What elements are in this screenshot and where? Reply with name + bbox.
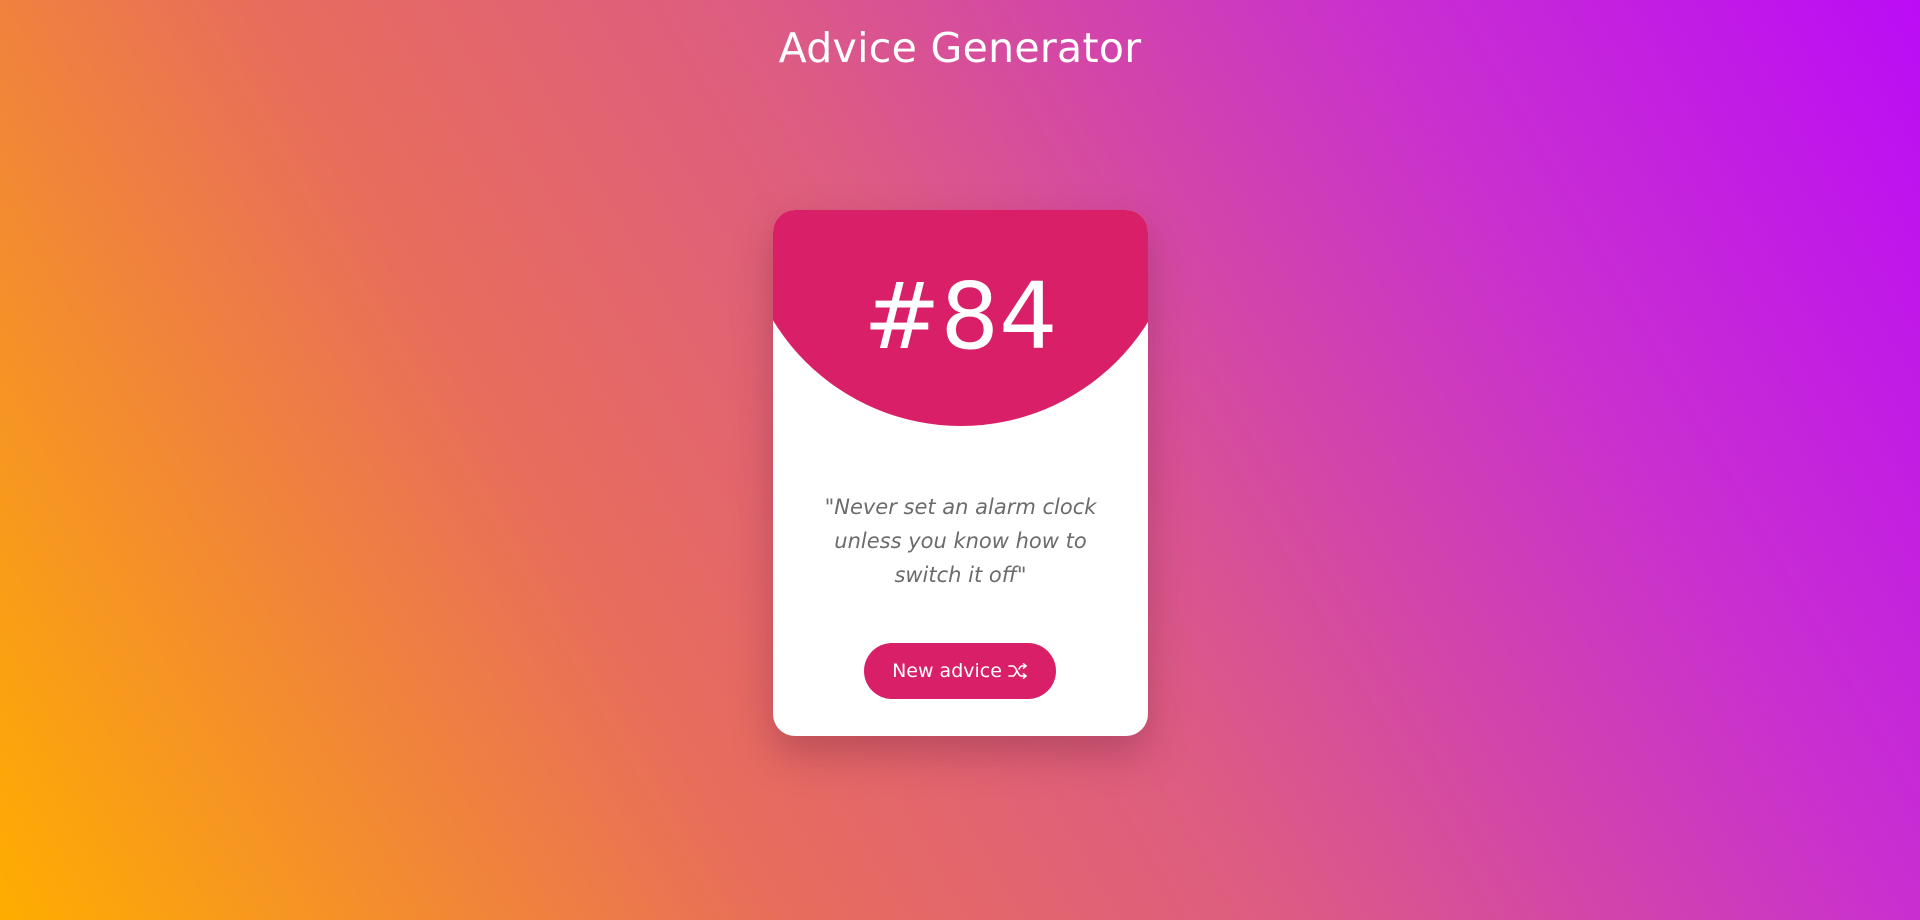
app-title: Advice Generator: [778, 24, 1142, 72]
shuffle-icon: [1008, 663, 1028, 679]
advice-card: #84 "Never set an alarm clock unless you…: [773, 210, 1148, 736]
advice-text: "Never set an alarm clock unless you kno…: [824, 495, 1097, 587]
new-advice-button-label: New advice: [892, 660, 1002, 682]
new-advice-button[interactable]: New advice: [864, 643, 1056, 699]
advice-number: #84: [863, 263, 1058, 370]
